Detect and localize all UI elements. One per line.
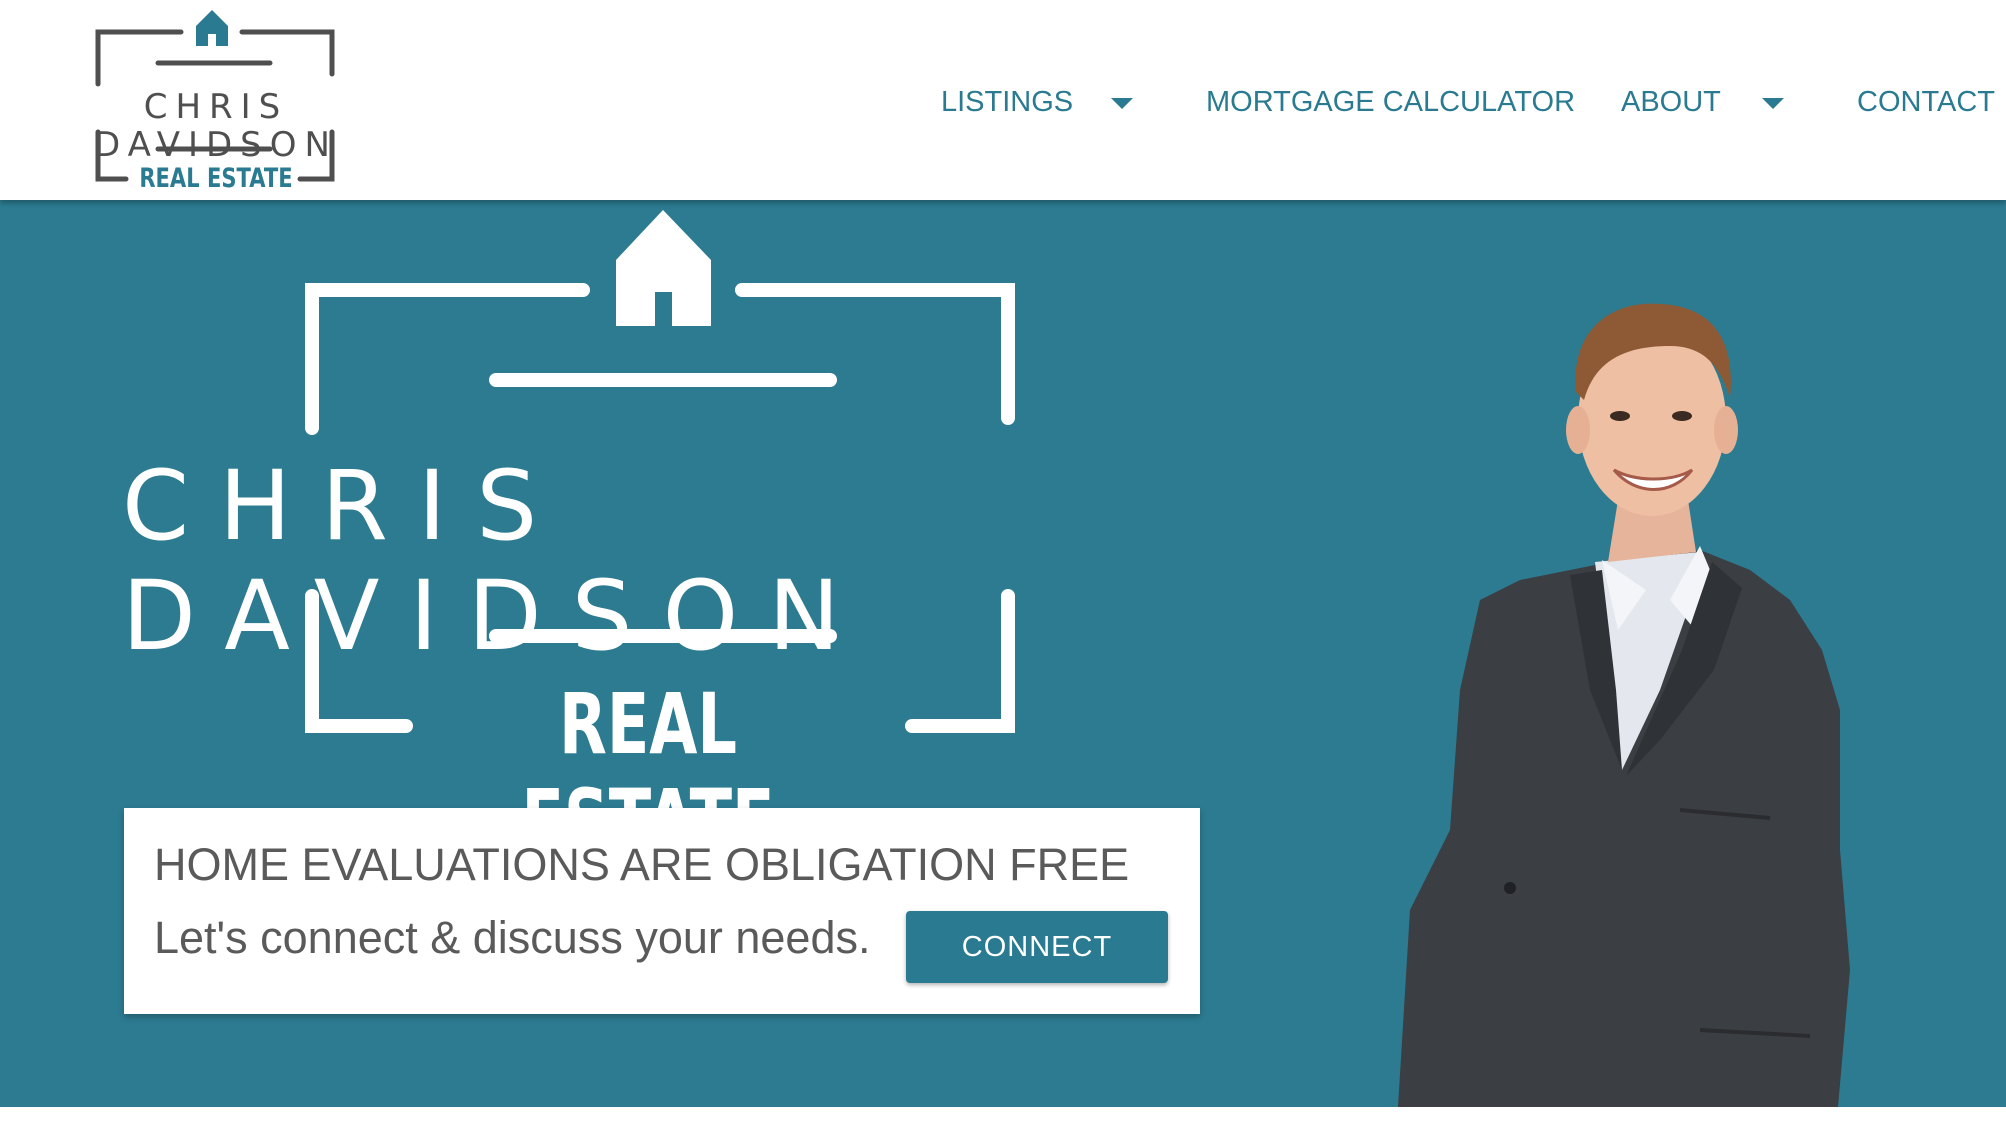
agent-photo [1398, 303, 1850, 1107]
house-icon [196, 10, 228, 46]
cta-title: HOME EVALUATIONS ARE OBLIGATION FREE [154, 839, 1130, 890]
page-bottom-strip [0, 1107, 2006, 1146]
nav-contact[interactable]: CONTACT [1857, 80, 1995, 124]
hero-section: CHRIS DAVIDSON REAL ESTATE HOME EVALUATI… [0, 200, 2006, 1107]
logo-subtitle: REAL ESTATE [139, 163, 293, 194]
nav-about[interactable]: ABOUT [1621, 80, 1721, 124]
hero-house-icon [616, 210, 711, 326]
hero-logo: CHRIS DAVIDSON REAL ESTATE [118, 208, 1208, 868]
connect-button[interactable]: CONNECT [906, 911, 1168, 983]
cta-text: Let's connect & discuss your needs. [154, 912, 871, 963]
hero-logo-name: CHRIS DAVIDSON [122, 450, 870, 672]
site-header: CHRIS DAVIDSON REAL ESTATE LISTINGS MORT… [0, 0, 2006, 200]
cta-card: HOME EVALUATIONS ARE OBLIGATION FREE Let… [124, 808, 1200, 1014]
about-caret-down-icon[interactable] [1762, 98, 1784, 109]
listings-caret-down-icon[interactable] [1111, 98, 1133, 109]
main-nav: LISTINGS MORTGAGE CALCULATOR ABOUT CONTA… [0, 80, 2006, 124]
nav-mortgage-calculator[interactable]: MORTGAGE CALCULATOR [1206, 80, 1575, 124]
nav-listings[interactable]: LISTINGS [941, 80, 1073, 124]
